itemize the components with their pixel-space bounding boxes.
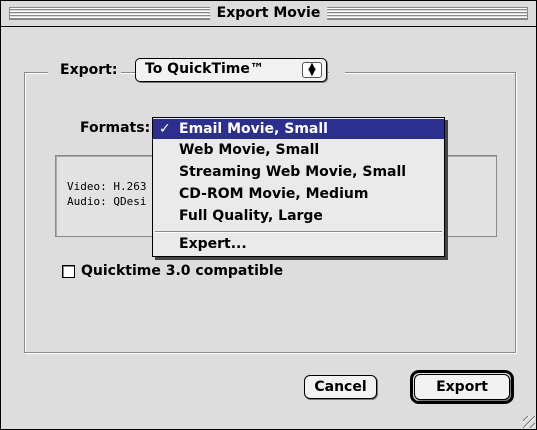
menu-item-full-quality-large[interactable]: Full Quality, Large bbox=[153, 206, 444, 226]
window-title: Export Movie bbox=[209, 3, 328, 23]
menu-item-label: Expert... bbox=[179, 236, 247, 252]
menu-item-streaming-web-movie-small[interactable]: Streaming Web Movie, Small bbox=[153, 162, 444, 182]
audio-info: Audio: QDesi bbox=[67, 195, 147, 208]
quicktime3-compatible-label: Quicktime 3.0 compatible bbox=[81, 263, 284, 279]
title-bar[interactable]: Export Movie bbox=[1, 1, 536, 27]
export-label: Export: bbox=[48, 62, 122, 78]
menu-item-label: Web Movie, Small bbox=[179, 142, 320, 158]
menu-item-label: CD-ROM Movie, Medium bbox=[179, 186, 369, 202]
formats-dropdown-menu: ✓ Email Movie, Small Web Movie, Small St… bbox=[152, 117, 445, 257]
menu-item-email-movie-small[interactable]: ✓ Email Movie, Small bbox=[153, 119, 444, 139]
quicktime3-compatible-checkbox[interactable] bbox=[62, 264, 75, 278]
export-button[interactable]: Export bbox=[414, 374, 510, 400]
menu-item-cd-rom-movie-medium[interactable]: CD-ROM Movie, Medium bbox=[153, 184, 444, 204]
menu-item-web-movie-small[interactable]: Web Movie, Small bbox=[153, 140, 444, 160]
up-down-arrows-icon: ▲ ▼ bbox=[302, 62, 322, 78]
menu-item-label: Streaming Web Movie, Small bbox=[179, 164, 407, 180]
menu-item-label: Full Quality, Large bbox=[179, 208, 323, 224]
export-type-popup[interactable]: To QuickTime™ ▲ ▼ bbox=[135, 58, 327, 82]
menu-item-label: Email Movie, Small bbox=[179, 121, 328, 137]
formats-label: Formats: bbox=[80, 120, 151, 136]
checkmark-icon: ✓ bbox=[159, 121, 171, 137]
video-info: Video: H.263 bbox=[67, 180, 147, 193]
export-type-value: To QuickTime™ bbox=[145, 61, 264, 77]
menu-separator bbox=[155, 231, 442, 233]
groupbox-gap bbox=[329, 70, 345, 74]
menu-item-expert[interactable]: Expert... bbox=[153, 234, 444, 254]
quicktime3-compatible-option[interactable]: Quicktime 3.0 compatible bbox=[62, 263, 283, 279]
cancel-button[interactable]: Cancel bbox=[304, 375, 377, 399]
resize-grip-icon[interactable] bbox=[523, 416, 535, 428]
